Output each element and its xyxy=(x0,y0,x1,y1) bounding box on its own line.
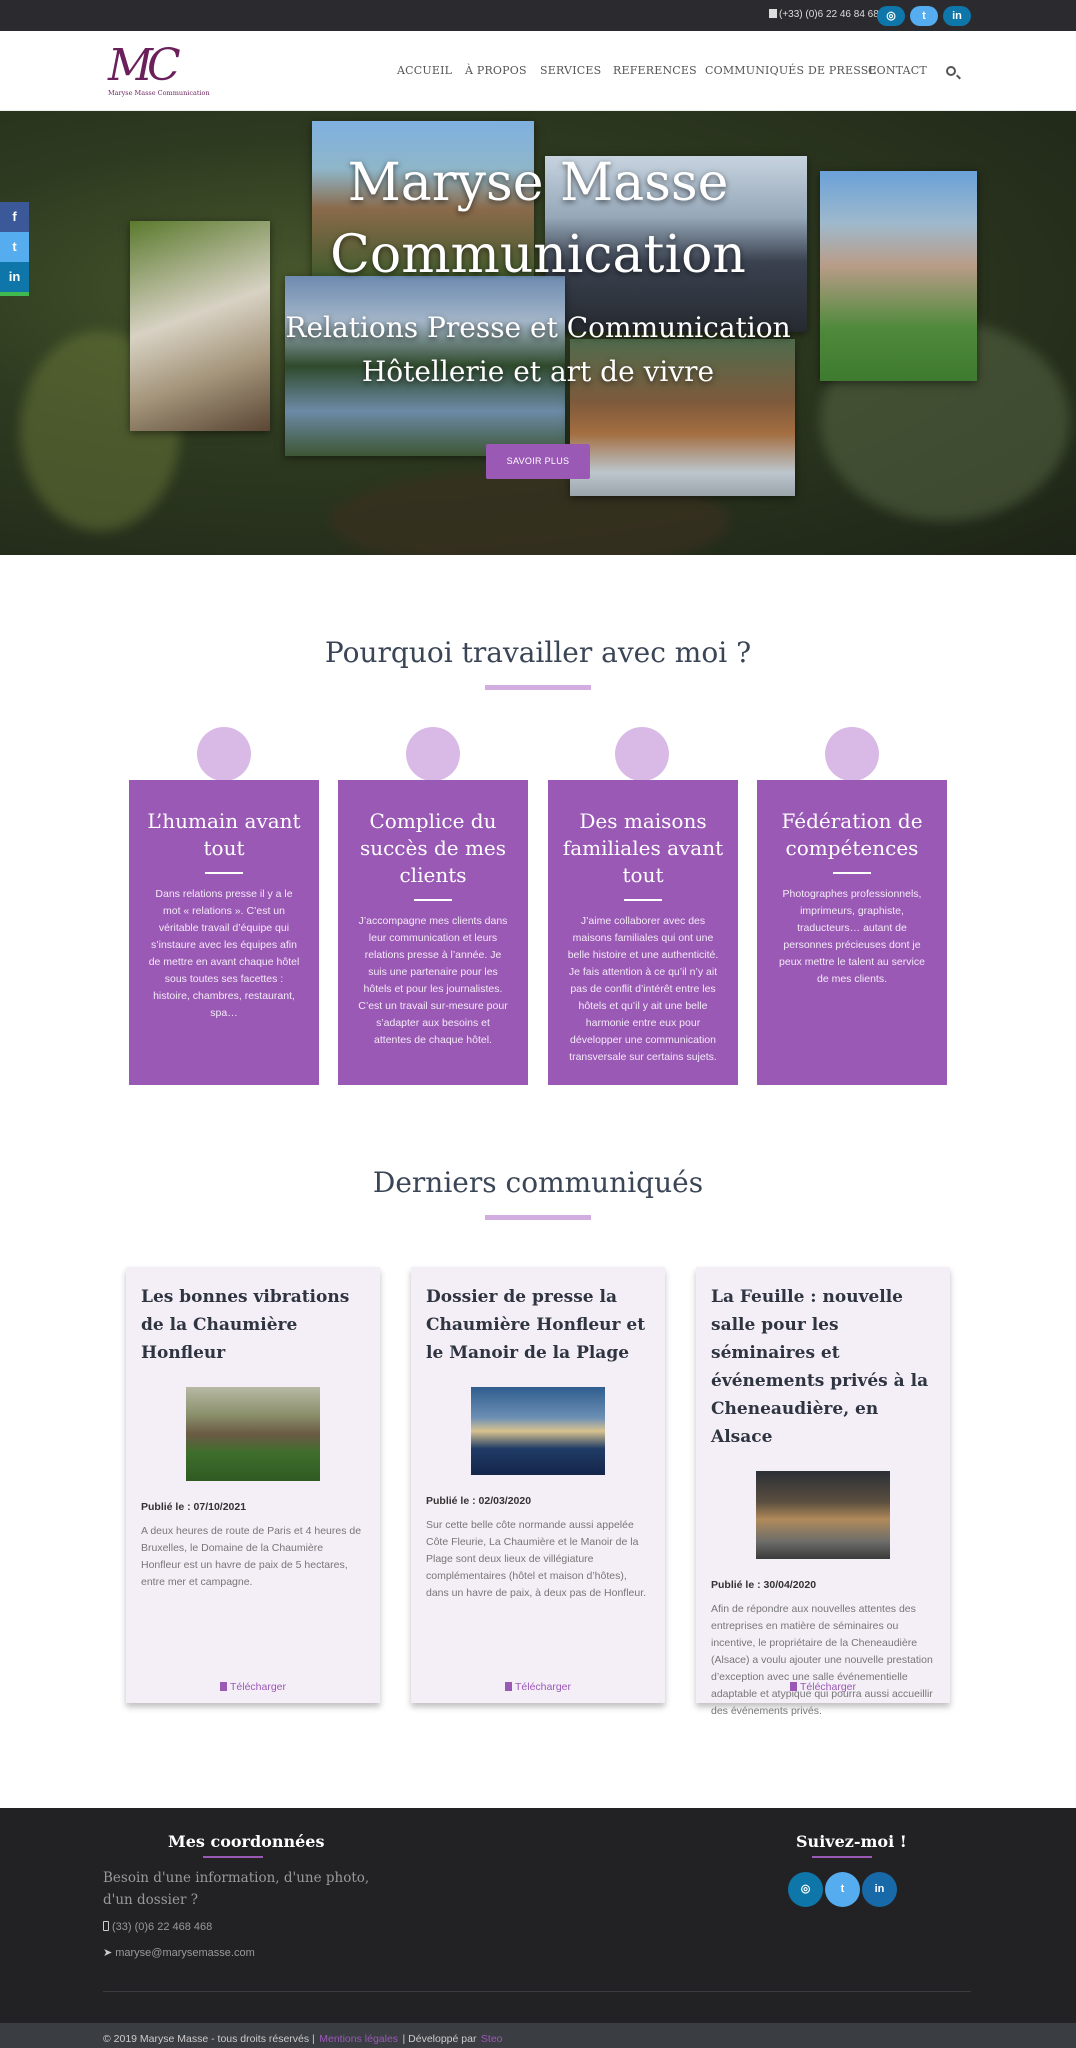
phone-square-icon xyxy=(769,9,777,18)
communique-card[interactable]: Dossier de presse la Chaumière Honfleur … xyxy=(411,1267,665,1703)
communique-card[interactable]: La Feuille : nouvelle salle pour les sém… xyxy=(696,1267,950,1717)
download-link[interactable]: Télécharger xyxy=(126,1681,380,1693)
mobile-icon xyxy=(103,1921,109,1931)
communique-excerpt: A deux heures de route de Paris et 4 heu… xyxy=(141,1525,362,1588)
communique-date: Publié le : 07/10/2021 xyxy=(141,1501,247,1513)
communiques-title: Derniers communiqués xyxy=(372,1166,704,1199)
download-label: Télécharger xyxy=(799,1681,857,1693)
twitter-icon[interactable]: t xyxy=(910,6,938,26)
why-card-text: J’accompagne mes clients dans leur commu… xyxy=(358,915,508,1046)
download-label: Télécharger xyxy=(229,1681,287,1693)
linkedin-icon[interactable]: in xyxy=(862,1872,897,1907)
linkedin-icon[interactable]: in xyxy=(943,6,971,26)
communique-excerpt: Afin de répondre aux nouvelles attentes … xyxy=(711,1603,933,1717)
file-pdf-icon xyxy=(789,1682,797,1691)
nav-communiques[interactable]: COMMUNIQUÉS DE PRESSE xyxy=(705,64,877,77)
download-link[interactable]: Télécharger xyxy=(696,1681,950,1693)
communiques-title-underline xyxy=(485,1215,591,1220)
why-card-underline xyxy=(205,872,243,874)
why-card-underline xyxy=(833,872,871,874)
copyright-bar: © 2019 Maryse Masse - tous droits réserv… xyxy=(0,2023,1076,2048)
instagram-icon[interactable]: ◎ xyxy=(788,1872,823,1907)
hero-title-line2: Communication xyxy=(330,225,746,285)
file-pdf-icon xyxy=(219,1682,227,1691)
hero-subtitle-line2: Hôtellerie et art de vivre xyxy=(361,355,715,388)
why-card-underline xyxy=(624,899,662,901)
why-card-underline xyxy=(414,899,452,901)
communique-title[interactable]: Dossier de presse la Chaumière Honfleur … xyxy=(426,1283,650,1367)
search-icon[interactable] xyxy=(946,66,956,76)
why-card-text: Photographes professionnels, imprimeurs,… xyxy=(779,888,925,985)
hero-title-line1: Maryse Masse xyxy=(347,153,729,213)
footer-contact-title: Mes coordonnées xyxy=(168,1832,325,1851)
twitter-icon[interactable]: t xyxy=(0,232,29,262)
why-card-title: Des maisons familiales avant tout xyxy=(562,809,724,887)
feather-icon xyxy=(615,727,669,781)
footer-phone[interactable]: (33) (0)6 22 468 468 xyxy=(103,1921,212,1933)
people-icon xyxy=(197,727,251,781)
savoir-plus-button[interactable]: SAVOIR PLUS xyxy=(486,444,590,479)
footer-contact-underline xyxy=(203,1856,263,1858)
why-card-humain: L’humain avant tout Dans relations press… xyxy=(129,780,319,1085)
instagram-icon[interactable]: ◎ xyxy=(877,6,905,26)
hero-banner: Maryse Masse Communication Relations Pre… xyxy=(0,111,1076,555)
why-card-complice: Complice du succès de mes clients J’acco… xyxy=(338,780,528,1085)
footer-phone-text: (33) (0)6 22 468 468 xyxy=(112,1921,213,1933)
copyright-text: © 2019 Maryse Masse - tous droits réserv… xyxy=(103,2033,315,2045)
footer-contact-text: Besoin d'une information, d'une photo, d… xyxy=(103,1870,370,1908)
paper-plane-icon: ➤ xyxy=(103,1947,113,1959)
why-card-maisons: Des maisons familiales avant tout J’aime… xyxy=(548,780,738,1085)
facebook-icon[interactable]: f xyxy=(0,202,29,232)
communique-date: Publié le : 30/04/2020 xyxy=(711,1579,817,1591)
nav-references[interactable]: REFERENCES xyxy=(613,64,697,77)
footer-divider xyxy=(103,1991,971,1992)
comments-icon xyxy=(406,727,460,781)
sitemap-icon xyxy=(825,727,879,781)
file-pdf-icon xyxy=(504,1682,512,1691)
legal-link[interactable]: Mentions légales xyxy=(319,2033,398,2045)
developer-text: | Développé par xyxy=(402,2033,477,2045)
communique-date: Publié le : 02/03/2020 xyxy=(426,1495,532,1507)
nav-services[interactable]: SERVICES xyxy=(540,64,601,77)
why-card-federation: Fédération de compétences Photographes p… xyxy=(757,780,947,1085)
communique-title[interactable]: La Feuille : nouvelle salle pour les sém… xyxy=(711,1283,935,1451)
communique-title[interactable]: Les bonnes vibrations de la Chaumière Ho… xyxy=(141,1283,365,1367)
why-card-text: Dans relations presse il y a le mot « re… xyxy=(148,888,300,1019)
communique-excerpt: Sur cette belle côte normande aussi appe… xyxy=(426,1519,647,1599)
communique-image[interactable] xyxy=(756,1471,890,1559)
logo-subtitle: Maryse Masse Communication xyxy=(108,89,210,97)
nav-a-propos[interactable]: À PROPOS xyxy=(465,64,527,77)
why-card-title: L’humain avant tout xyxy=(147,809,301,860)
topbar-phone: (+33) (0)6 22 46 84 68 xyxy=(769,9,879,20)
footer-follow-underline xyxy=(812,1856,872,1858)
why-card-text: J’aime collaborer avec des maisons famil… xyxy=(567,915,719,1063)
logo-letters: MC xyxy=(108,40,181,91)
why-card-title: Complice du succès de mes clients xyxy=(359,809,507,887)
twitter-icon[interactable]: t xyxy=(825,1872,860,1907)
download-label: Télécharger xyxy=(514,1681,572,1693)
communique-image[interactable] xyxy=(471,1387,605,1475)
download-link[interactable]: Télécharger xyxy=(411,1681,665,1693)
why-card-title: Fédération de compétences xyxy=(781,809,923,860)
site-header: MC Maryse Masse Communication ACCUEIL À … xyxy=(0,31,1076,111)
hero-subtitle-line1: Relations Presse et Communication xyxy=(285,311,791,344)
linkedin-icon[interactable]: in xyxy=(0,262,29,296)
topbar-phone-text: (+33) (0)6 22 46 84 68 xyxy=(779,9,879,20)
nav-contact[interactable]: CONTACT xyxy=(868,64,927,77)
developer-link[interactable]: Steo xyxy=(481,2033,503,2045)
communique-image[interactable] xyxy=(186,1387,320,1481)
logo[interactable]: MC Maryse Masse Communication xyxy=(108,40,210,99)
communique-card[interactable]: Les bonnes vibrations de la Chaumière Ho… xyxy=(126,1267,380,1703)
footer-email[interactable]: ➤ maryse@marysemasse.com xyxy=(103,1946,255,1959)
why-title-underline xyxy=(485,685,591,690)
footer-follow-title: Suivez-moi ! xyxy=(796,1832,907,1851)
footer-email-text: maryse@marysemasse.com xyxy=(115,1947,255,1959)
top-bar: (+33) (0)6 22 46 84 68 ◎ t in xyxy=(0,0,1076,31)
nav-accueil[interactable]: ACCUEIL xyxy=(397,64,452,77)
why-title: Pourquoi travailler avec moi ? xyxy=(324,636,752,669)
